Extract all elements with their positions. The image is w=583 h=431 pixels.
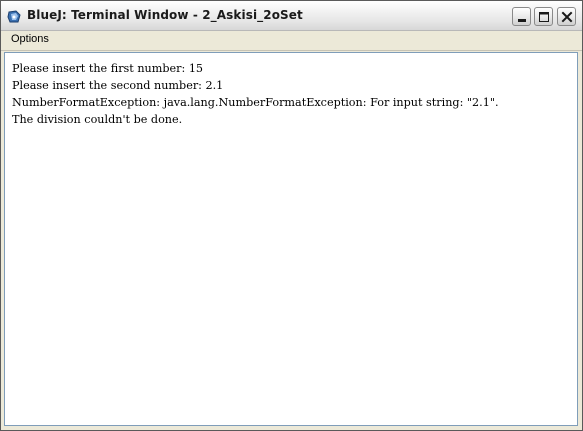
bluej-app-icon[interactable] bbox=[7, 9, 22, 23]
terminal-output[interactable]: Please insert the first number: 15 Pleas… bbox=[4, 52, 578, 426]
maximize-icon bbox=[539, 12, 549, 22]
window-title: BlueJ: Terminal Window - 2_Askisi_2oSet bbox=[27, 8, 303, 22]
title-bar[interactable]: BlueJ: Terminal Window - 2_Askisi_2oSet bbox=[1, 1, 582, 31]
close-icon bbox=[561, 11, 573, 23]
terminal-line: NumberFormatException: java.lang.NumberF… bbox=[12, 96, 499, 109]
terminal-window: BlueJ: Terminal Window - 2_Askisi_2oSet … bbox=[0, 0, 583, 431]
terminal-line: The division couldn't be done. bbox=[12, 113, 183, 126]
minimize-button[interactable] bbox=[512, 7, 531, 26]
close-button[interactable] bbox=[557, 7, 576, 26]
menu-options[interactable]: Options bbox=[9, 33, 51, 45]
minimize-icon bbox=[518, 19, 526, 22]
terminal-line: Please insert the second number: 2.1 bbox=[12, 79, 224, 92]
maximize-button[interactable] bbox=[534, 7, 553, 26]
menu-bar: Options bbox=[1, 31, 582, 51]
terminal-line: Please insert the first number: 15 bbox=[12, 62, 204, 75]
